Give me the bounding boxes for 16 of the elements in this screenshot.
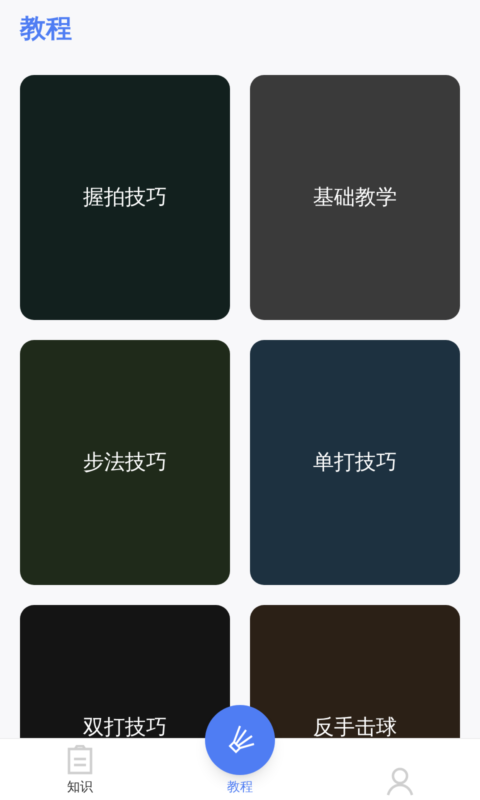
person-icon	[385, 766, 415, 796]
tutorial-card[interactable]: 反手击球	[250, 605, 460, 738]
tutorial-card[interactable]: 单打技巧	[250, 340, 460, 585]
tutorial-card[interactable]: 步法技巧	[20, 340, 230, 585]
card-title: 单打技巧	[313, 450, 397, 476]
tutorial-card[interactable]: 双打技巧	[20, 605, 230, 738]
nav-tab[interactable]: 知识	[0, 739, 160, 800]
tutorial-card[interactable]: 基础教学	[250, 75, 460, 320]
card-title: 双打技巧	[83, 714, 167, 738]
clipboard-icon	[65, 744, 95, 774]
page-title: 教程	[20, 12, 72, 44]
card-title: 反手击球	[313, 714, 397, 738]
tutorial-card[interactable]: 握拍技巧	[20, 75, 230, 320]
card-title: 步法技巧	[83, 450, 167, 476]
card-title: 基础教学	[313, 184, 397, 211]
card-title: 握拍技巧	[83, 184, 167, 211]
